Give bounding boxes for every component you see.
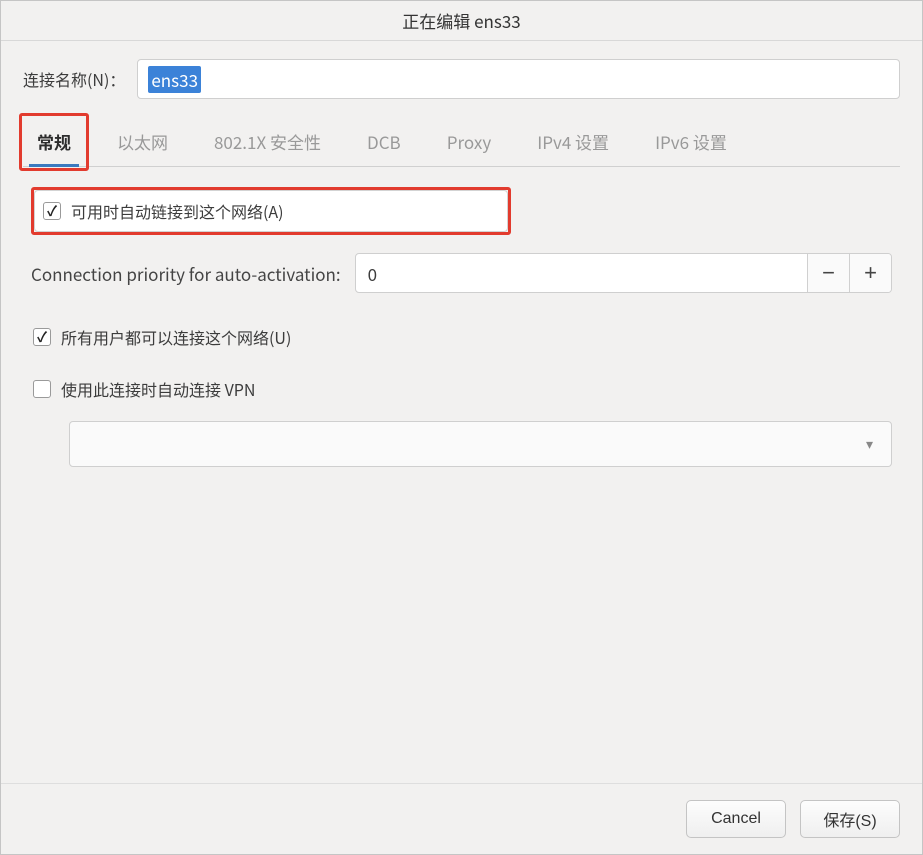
tab-ipv4[interactable]: IPv4 设置 — [529, 119, 617, 166]
priority-label: Connection priority for auto-activation: — [31, 261, 341, 286]
dialog-window: 正在编辑 ens33 连接名称(N)： ens33 常规 以太网 802.1X … — [0, 0, 923, 855]
priority-spinner[interactable]: 0 − + — [355, 253, 892, 293]
auto-connect-label: 可用时自动链接到这个网络(A) — [71, 199, 284, 223]
priority-decrement-button[interactable]: − — [807, 254, 849, 292]
tab-ethernet[interactable]: 以太网 — [109, 119, 176, 166]
tab-proxy[interactable]: Proxy — [439, 119, 499, 166]
auto-connect-checkbox[interactable] — [43, 202, 61, 220]
vpn-row[interactable]: 使用此连接时自动连接 VPN — [31, 369, 892, 409]
connection-name-value: ens33 — [148, 66, 201, 93]
tab-ipv6[interactable]: IPv6 设置 — [647, 119, 735, 166]
priority-row: Connection priority for auto-activation:… — [31, 253, 892, 293]
all-users-row[interactable]: 所有用户都可以连接这个网络(U) — [31, 317, 892, 357]
tab-general[interactable]: 常规 — [29, 119, 79, 166]
connection-name-input[interactable]: ens33 — [137, 59, 900, 99]
cancel-button[interactable]: Cancel — [686, 800, 786, 838]
chevron-down-icon: ▾ — [866, 434, 873, 454]
all-users-checkbox[interactable] — [33, 328, 51, 346]
tab-dcb[interactable]: DCB — [359, 119, 409, 166]
vpn-label: 使用此连接时自动连接 VPN — [61, 377, 255, 401]
save-button[interactable]: 保存(S) — [800, 800, 900, 838]
vpn-checkbox[interactable] — [33, 380, 51, 398]
general-panel: 可用时自动链接到这个网络(A) Connection priority for … — [23, 167, 900, 783]
priority-value[interactable]: 0 — [356, 254, 807, 292]
all-users-label: 所有用户都可以连接这个网络(U) — [61, 325, 291, 349]
tabs-bar: 常规 以太网 802.1X 安全性 DCB Proxy IPv4 设置 IPv6… — [23, 119, 900, 167]
content-area: 连接名称(N)： ens33 常规 以太网 802.1X 安全性 DCB Pro… — [1, 41, 922, 783]
dialog-footer: Cancel 保存(S) — [1, 783, 922, 854]
window-title: 正在编辑 ens33 — [402, 8, 520, 33]
annotation-highlight-autoconnect: 可用时自动链接到这个网络(A) — [31, 187, 511, 235]
tab-8021x[interactable]: 802.1X 安全性 — [206, 119, 329, 166]
vpn-select[interactable]: ▾ — [69, 421, 892, 467]
titlebar: 正在编辑 ens33 — [1, 1, 922, 41]
auto-connect-row[interactable]: 可用时自动链接到这个网络(A) — [34, 190, 508, 232]
connection-name-row: 连接名称(N)： ens33 — [23, 59, 900, 99]
connection-name-label: 连接名称(N)： — [23, 67, 125, 91]
priority-increment-button[interactable]: + — [849, 254, 891, 292]
